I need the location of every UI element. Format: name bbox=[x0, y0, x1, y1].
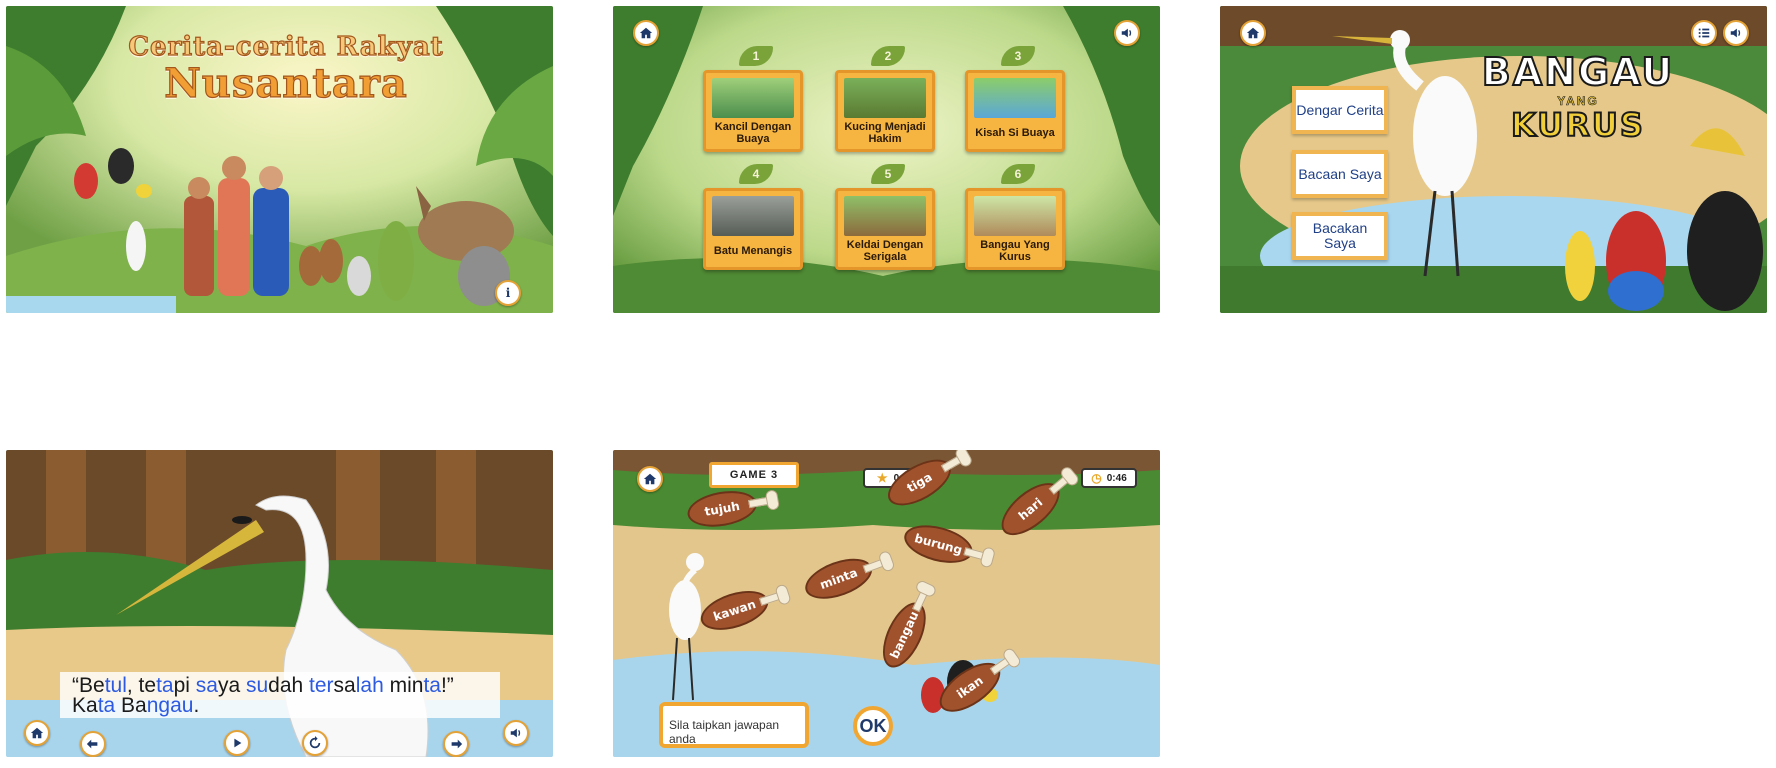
story-thumbnail bbox=[844, 78, 926, 118]
story-menu-screen: Dengar Cerita Bacaan Saya Bacakan Saya B… bbox=[1220, 6, 1767, 313]
story-title: Kisah Si Buaya bbox=[975, 127, 1055, 139]
home-button[interactable] bbox=[1240, 20, 1266, 46]
story-title: Keldai Dengan Serigala bbox=[846, 239, 924, 263]
game-level-badge: GAME 3 bbox=[709, 462, 799, 488]
sentence-segment: ta bbox=[423, 674, 441, 697]
sound-button[interactable] bbox=[1723, 20, 1749, 46]
sound-button[interactable] bbox=[1114, 20, 1140, 46]
story-reading-screen: “Betul, tetapi saya sudah tersalah minta… bbox=[6, 450, 553, 757]
story-card-3[interactable]: Kisah Si Buaya bbox=[965, 70, 1065, 152]
back-arrow-icon bbox=[86, 739, 98, 749]
list-button[interactable] bbox=[1691, 20, 1717, 46]
previous-page-button[interactable] bbox=[80, 731, 106, 757]
home-button[interactable] bbox=[637, 466, 663, 492]
story-selection-screen: 1 Kancil Dengan Buaya 2 Kucing Menjadi H… bbox=[613, 6, 1160, 313]
story-card-5[interactable]: Keldai Dengan Serigala bbox=[835, 188, 935, 270]
read-to-me-button[interactable]: Bacakan Saya bbox=[1292, 212, 1388, 260]
clock-icon: ◷ bbox=[1091, 471, 1102, 485]
home-icon bbox=[643, 473, 657, 485]
sentence-segment: ta bbox=[97, 694, 116, 717]
speaker-icon bbox=[1121, 28, 1132, 38]
story-thumbnail bbox=[844, 196, 926, 236]
replay-icon bbox=[309, 736, 321, 749]
listen-story-button[interactable]: Dengar Cerita bbox=[1292, 86, 1388, 134]
ok-button[interactable]: OK bbox=[853, 706, 893, 746]
my-reading-button[interactable]: Bacaan Saya bbox=[1292, 150, 1388, 198]
answer-input[interactable]: Sila taipkan jawapan anda bbox=[659, 702, 809, 748]
sentence-segment: sa bbox=[333, 674, 356, 697]
play-button[interactable] bbox=[224, 730, 250, 756]
home-icon bbox=[30, 727, 44, 739]
sentence-segment: . bbox=[193, 694, 200, 717]
story-sentence: “Betul, tetapi saya sudah tersalah minta… bbox=[60, 672, 500, 718]
next-page-button[interactable] bbox=[443, 731, 469, 757]
sentence-segment: min bbox=[383, 674, 424, 697]
title-line-1: Cerita-cerita Rakyat bbox=[128, 31, 444, 62]
info-icon: i bbox=[505, 286, 511, 300]
sentence-segment: Ba bbox=[115, 694, 147, 717]
title-screen: Cerita-cerita Rakyat Nusantara i bbox=[6, 6, 553, 313]
sentence-segment: su bbox=[245, 674, 269, 697]
story-card-4[interactable]: Batu Menangis bbox=[703, 188, 803, 270]
story-title: Kancil Dengan Buaya bbox=[714, 121, 792, 145]
story-card-2[interactable]: Kucing Menjadi Hakim bbox=[835, 70, 935, 152]
title-line-1: BANGAU bbox=[1481, 49, 1675, 95]
speaker-icon bbox=[1730, 28, 1741, 38]
forward-arrow-icon bbox=[451, 739, 463, 749]
story-title: Batu Menangis bbox=[713, 245, 793, 257]
title-line-3: KURUS bbox=[1510, 106, 1645, 144]
title-line-2: Nusantara bbox=[164, 60, 408, 107]
story-title: BANGAU YANG KURUS bbox=[1458, 49, 1698, 144]
replay-button[interactable] bbox=[302, 730, 328, 756]
story-card-1[interactable]: Kancil Dengan Buaya bbox=[703, 70, 803, 152]
sentence-segment: ngau bbox=[146, 694, 194, 717]
sentence-segment: dah bbox=[268, 674, 310, 697]
sentence-segment: lah bbox=[355, 674, 384, 697]
word-game-screen: GAME 3 ★ 0 ◷ 0:46 tujuh tiga hari burung… bbox=[613, 450, 1160, 757]
story-thumbnail bbox=[974, 196, 1056, 236]
game-title: Cerita-cerita Rakyat Nusantara bbox=[126, 31, 446, 107]
sentence-segment: ter bbox=[309, 674, 334, 697]
home-icon bbox=[639, 27, 653, 39]
story-card-6[interactable]: Bangau Yang Kurus bbox=[965, 188, 1065, 270]
home-button[interactable] bbox=[633, 20, 659, 46]
home-icon bbox=[1246, 27, 1260, 39]
play-icon bbox=[234, 738, 242, 748]
story-thumbnail bbox=[712, 78, 794, 118]
info-button[interactable]: i bbox=[495, 280, 521, 306]
story-thumbnail bbox=[712, 196, 794, 236]
timer-value: 0:46 bbox=[1106, 472, 1127, 484]
speaker-icon bbox=[510, 728, 521, 738]
sound-button[interactable] bbox=[503, 720, 529, 746]
home-button[interactable] bbox=[24, 720, 50, 746]
sentence-segment: ya bbox=[217, 674, 246, 697]
story-title: Bangau Yang Kurus bbox=[980, 239, 1050, 263]
timer: ◷ 0:46 bbox=[1081, 468, 1137, 488]
list-icon bbox=[1698, 28, 1710, 38]
story-title: Kucing Menjadi Hakim bbox=[844, 121, 926, 145]
story-thumbnail bbox=[974, 78, 1056, 118]
